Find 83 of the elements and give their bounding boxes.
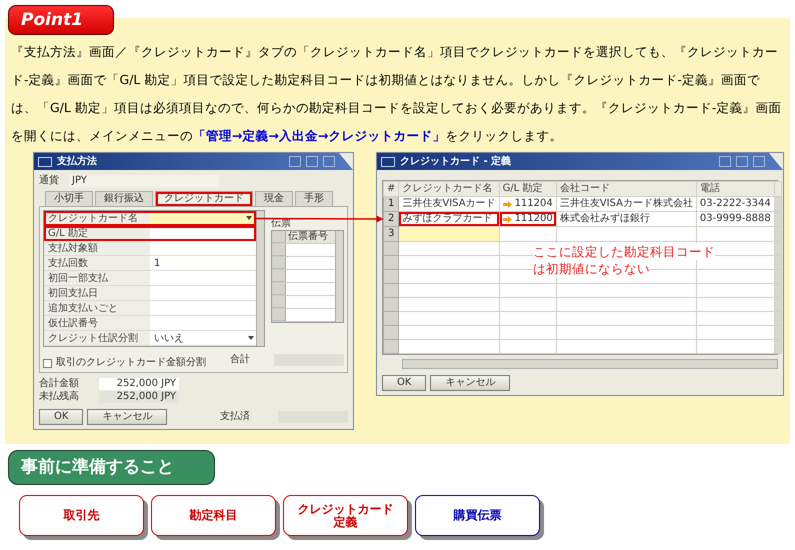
row-header[interactable] xyxy=(384,256,399,270)
cancel-button[interactable]: キャンセル xyxy=(430,375,510,391)
ok-button[interactable]: OK xyxy=(39,409,84,425)
minimize-button[interactable] xyxy=(719,156,731,167)
maximize-button[interactable] xyxy=(306,156,318,167)
window-icon xyxy=(381,156,395,166)
field-label: クレジットカード名 xyxy=(44,211,150,225)
row-header[interactable] xyxy=(384,340,399,354)
currency-value: JPY xyxy=(69,175,219,187)
row-header[interactable] xyxy=(384,284,399,298)
column-header: # xyxy=(384,182,399,196)
table-cell: 三井住友VISAカード株式会社 xyxy=(556,196,696,212)
row-header[interactable] xyxy=(272,257,286,269)
section-label: 伝票 xyxy=(271,218,291,230)
close-button[interactable] xyxy=(323,156,335,167)
row-header[interactable] xyxy=(384,326,399,340)
tab[interactable]: 銀行振込 xyxy=(95,191,153,206)
note-text: ここに設定した勘定科目コード xyxy=(533,243,715,260)
field-label: 初回一部支払 xyxy=(44,271,150,285)
table-cell[interactable] xyxy=(398,226,500,242)
row-header[interactable] xyxy=(272,244,286,256)
column-header: 伝票番号 xyxy=(286,231,335,243)
field-label: クレジット仕訳分割 xyxy=(44,331,150,345)
ok-button[interactable]: OK xyxy=(382,375,426,391)
field-label: 合計 xyxy=(230,354,250,366)
amount-field: 252,000 JPY xyxy=(99,390,179,402)
window-icon xyxy=(38,156,52,166)
field-label: 未払残高 xyxy=(39,390,80,402)
row-number[interactable]: 2 xyxy=(384,212,399,226)
note-text: は初期値にならない xyxy=(533,260,650,277)
column-header: 会社コード xyxy=(556,182,696,196)
table-cell: 03-2222-3344 xyxy=(696,196,774,212)
close-button[interactable] xyxy=(753,156,765,167)
tab[interactable]: 現金 xyxy=(255,191,293,206)
caret-icon xyxy=(246,216,252,220)
field-label: 支払回数 xyxy=(44,256,150,270)
field-label: 追加支払いごと xyxy=(44,301,150,315)
field-label: 初回支払日 xyxy=(44,286,150,300)
point-badge: Point1 xyxy=(8,5,114,35)
minimize-button[interactable] xyxy=(289,156,301,167)
scrollbar[interactable] xyxy=(402,359,778,369)
row-number[interactable]: 3 xyxy=(384,226,399,242)
row-header[interactable] xyxy=(272,231,286,243)
row-header[interactable] xyxy=(272,270,286,282)
tab[interactable]: 手形 xyxy=(295,191,333,206)
row-header[interactable] xyxy=(272,309,286,321)
column-header: G/L 勘定 xyxy=(499,182,556,196)
scrollbar[interactable] xyxy=(335,231,343,322)
field-label: 支払対象額 xyxy=(44,241,150,255)
field-label: G/L 勘定 xyxy=(44,226,150,240)
table-cell[interactable]: みずほクラブカード xyxy=(398,212,500,226)
window-title: クレジットカード - 定義 xyxy=(400,156,512,168)
row-number[interactable]: 1 xyxy=(384,196,399,212)
column-header: 電話 xyxy=(696,182,774,196)
row-header[interactable] xyxy=(384,312,399,326)
field-label: 仮仕訳番号 xyxy=(44,316,150,330)
field-label: 支払済 xyxy=(220,411,250,423)
tab[interactable]: 小切手 xyxy=(45,191,93,206)
row-header[interactable] xyxy=(272,296,286,308)
table-cell[interactable]: 三井住友VISAカード xyxy=(398,196,500,212)
paragraph: 『支払方法』画面／『クレジットカード』タブの「クレジットカード名」項目でクレジットカードを選択しても、『クレジットカード‐定義』画面で「G/L 勘定」項目で設定した勘定科目コードは初期値とはなりません。しかし『クレジットカード‐定義』画面では、「G/L 勘定」項目は必須項目なので、何らかの勘定科目コードを設定しておく必要があります。『クレジットカード‐定義』画面を開くには、メインメニューの「管理→定義→入出金→クレジットカード」をクリックします。 xyxy=(11,43,782,145)
cancel-button[interactable]: キャンセル xyxy=(87,409,168,425)
row-header[interactable] xyxy=(384,270,399,284)
tab[interactable]: クレジットカード xyxy=(155,191,253,206)
dropdown-field[interactable] xyxy=(150,211,256,225)
table-cell: 03-9999-8888 xyxy=(696,212,774,226)
menu-path-link[interactable]: 「管理→定義→入出金→クレジットカード」 xyxy=(193,128,446,143)
table-cell: 111204 xyxy=(514,197,553,211)
table-cell: 111200 xyxy=(514,212,553,226)
row-header[interactable] xyxy=(272,283,286,295)
table-cell: 株式会社みずほ銀行 xyxy=(556,212,696,226)
maximize-button[interactable] xyxy=(736,156,748,167)
amount-field[interactable]: 252,000 JPY xyxy=(99,378,179,390)
scrollbar[interactable] xyxy=(256,211,264,346)
column-header: クレジットカード名 xyxy=(398,182,500,196)
row-header[interactable] xyxy=(384,298,399,312)
field-label: 合計金額 xyxy=(39,378,80,390)
checkbox[interactable] xyxy=(43,358,52,368)
checkbox-label: 取引のクレジットカード金額分割 xyxy=(56,357,206,369)
field-label: 通貨 xyxy=(39,175,59,187)
row-header[interactable] xyxy=(384,242,399,256)
window-title: 支払方法 xyxy=(57,156,98,168)
section-heading: 事前に準備すること xyxy=(8,450,215,485)
